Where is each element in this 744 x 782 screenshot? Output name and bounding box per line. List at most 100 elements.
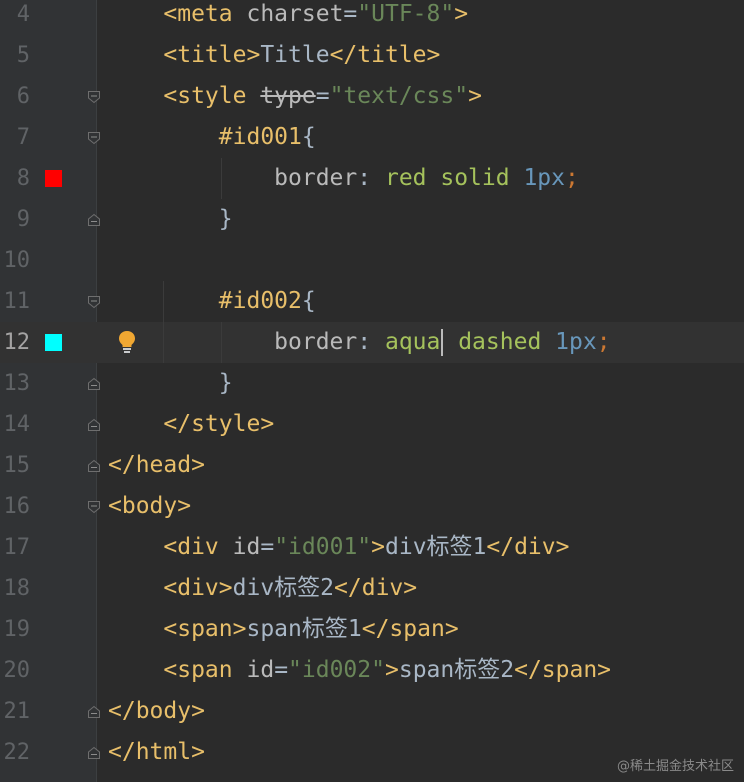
- code-line-5[interactable]: 5 <title>Title</title>: [0, 35, 744, 76]
- code-text[interactable]: <meta charset="UTF-8">: [108, 0, 468, 35]
- code-line-18[interactable]: 18 <div>div标签2</div>: [0, 568, 744, 609]
- code-text[interactable]: border: red solid 1px;: [108, 158, 579, 199]
- code-text[interactable]: border: aqua dashed 1px;: [108, 322, 611, 363]
- code-line-19[interactable]: 19 <span>span标签1</span>: [0, 609, 744, 650]
- code-token: red solid: [384, 165, 524, 191]
- code-token: border: [274, 165, 358, 191]
- line-number: 21: [3, 699, 31, 724]
- code-editor[interactable]: 4 <meta charset="UTF-8"> 5 <title>Title</…: [0, 0, 744, 782]
- aqua-color-swatch-icon[interactable]: [45, 334, 62, 351]
- line-number: 7: [16, 125, 30, 150]
- code-token: </style>: [163, 411, 275, 437]
- code-text[interactable]: <span>span标签1</span>: [108, 609, 458, 650]
- code-line-21[interactable]: 21 </body>: [0, 691, 744, 732]
- code-text[interactable]: #id002{: [108, 281, 316, 322]
- code-token: >: [384, 657, 399, 683]
- code-token: ;: [596, 329, 611, 355]
- code-token: "id001": [274, 534, 372, 560]
- code-text[interactable]: </body>: [108, 691, 205, 732]
- code-token: =: [274, 657, 289, 683]
- code-token: "UTF-8": [357, 1, 455, 27]
- code-line-7[interactable]: 7 #id001{: [0, 117, 744, 158]
- line-number: 19: [3, 617, 31, 642]
- code-token: "id002": [288, 657, 385, 683]
- fold-close-icon[interactable]: [87, 746, 101, 760]
- code-line-4[interactable]: 4 <meta charset="UTF-8">: [0, 0, 744, 35]
- code-token: }: [218, 370, 233, 396]
- code-text[interactable]: <title>Title</title>: [108, 35, 440, 76]
- code-text[interactable]: }: [108, 363, 233, 404]
- code-line-12[interactable]: 12 border: aqua dashed 1px;: [0, 322, 744, 363]
- line-number: 18: [3, 576, 31, 601]
- fold-close-icon[interactable]: [87, 418, 101, 432]
- fold-close-icon[interactable]: [87, 705, 101, 719]
- code-text[interactable]: <div id="id001">div标签1</div>: [108, 527, 569, 568]
- code-token: </div>: [486, 534, 570, 560]
- code-token: ;: [565, 165, 579, 191]
- code-text[interactable]: </head>: [108, 445, 205, 486]
- code-token: span标签2: [398, 657, 515, 683]
- code-text[interactable]: #id001{: [108, 117, 316, 158]
- code-text[interactable]: <span id="id002">span标签2</span>: [108, 650, 611, 691]
- watermark: @稀土掘金技术社区: [616, 759, 734, 774]
- code-token: 1px: [555, 329, 597, 355]
- code-token: #id001: [218, 124, 302, 150]
- code-token: <div>: [163, 575, 233, 601]
- code-line-20[interactable]: 20 <span id="id002">span标签2</span>: [0, 650, 744, 691]
- line-number: 20: [3, 658, 31, 683]
- code-text[interactable]: <body>: [108, 486, 191, 527]
- code-line-11[interactable]: 11 #id002{: [0, 281, 744, 322]
- line-number: 16: [3, 494, 31, 519]
- fold-close-icon[interactable]: [87, 377, 101, 391]
- fold-close-icon[interactable]: [87, 459, 101, 473]
- indent-guide: [221, 322, 222, 363]
- code-line-6[interactable]: 6 <style type="text/css">: [0, 76, 744, 117]
- fold-open-icon[interactable]: [87, 500, 101, 514]
- code-token: <div: [163, 534, 233, 560]
- fold-close-icon[interactable]: [87, 213, 101, 227]
- code-token: "text/css": [329, 83, 469, 109]
- fold-open-icon[interactable]: [87, 131, 101, 145]
- line-number: 13: [3, 371, 31, 396]
- code-token: </head>: [108, 452, 205, 478]
- red-color-swatch-icon[interactable]: [45, 170, 62, 187]
- line-number: 11: [3, 289, 31, 314]
- code-token: div标签2: [232, 575, 335, 601]
- code-line-15[interactable]: 15 </head>: [0, 445, 744, 486]
- lightbulb-icon[interactable]: [117, 330, 137, 354]
- code-line-13[interactable]: 13 }: [0, 363, 744, 404]
- code-token: <span>: [163, 616, 247, 642]
- code-line-8[interactable]: 8 border: red solid 1px;: [0, 158, 744, 199]
- line-number: 6: [16, 84, 30, 109]
- indent-guide: [221, 158, 222, 199]
- fold-open-icon[interactable]: [87, 90, 101, 104]
- code-token: <body>: [108, 493, 192, 519]
- code-line-10[interactable]: 10: [0, 240, 744, 281]
- code-line-14[interactable]: 14 </style>: [0, 404, 744, 445]
- code-token: =: [315, 83, 330, 109]
- indent-guide: [163, 281, 164, 363]
- code-token: id: [246, 657, 275, 683]
- fold-open-icon[interactable]: [87, 295, 101, 309]
- code-text[interactable]: }: [108, 199, 233, 240]
- code-text[interactable]: <div>div标签2</div>: [108, 568, 417, 609]
- line-number: 10: [3, 248, 31, 273]
- code-text[interactable]: </style>: [108, 404, 274, 445]
- code-token: <meta: [163, 1, 247, 27]
- line-number: 15: [3, 453, 31, 478]
- code-token: charset: [246, 1, 344, 27]
- code-text[interactable]: <style type="text/css">: [108, 76, 482, 117]
- code-line-9[interactable]: 9 }: [0, 199, 744, 240]
- line-number: 9: [16, 207, 30, 232]
- code-text[interactable]: </html>: [108, 732, 205, 773]
- code-line-16[interactable]: 16 <body>: [0, 486, 744, 527]
- code-line-17[interactable]: 17 <div id="id001">div标签1</div>: [0, 527, 744, 568]
- line-number: 17: [3, 535, 31, 560]
